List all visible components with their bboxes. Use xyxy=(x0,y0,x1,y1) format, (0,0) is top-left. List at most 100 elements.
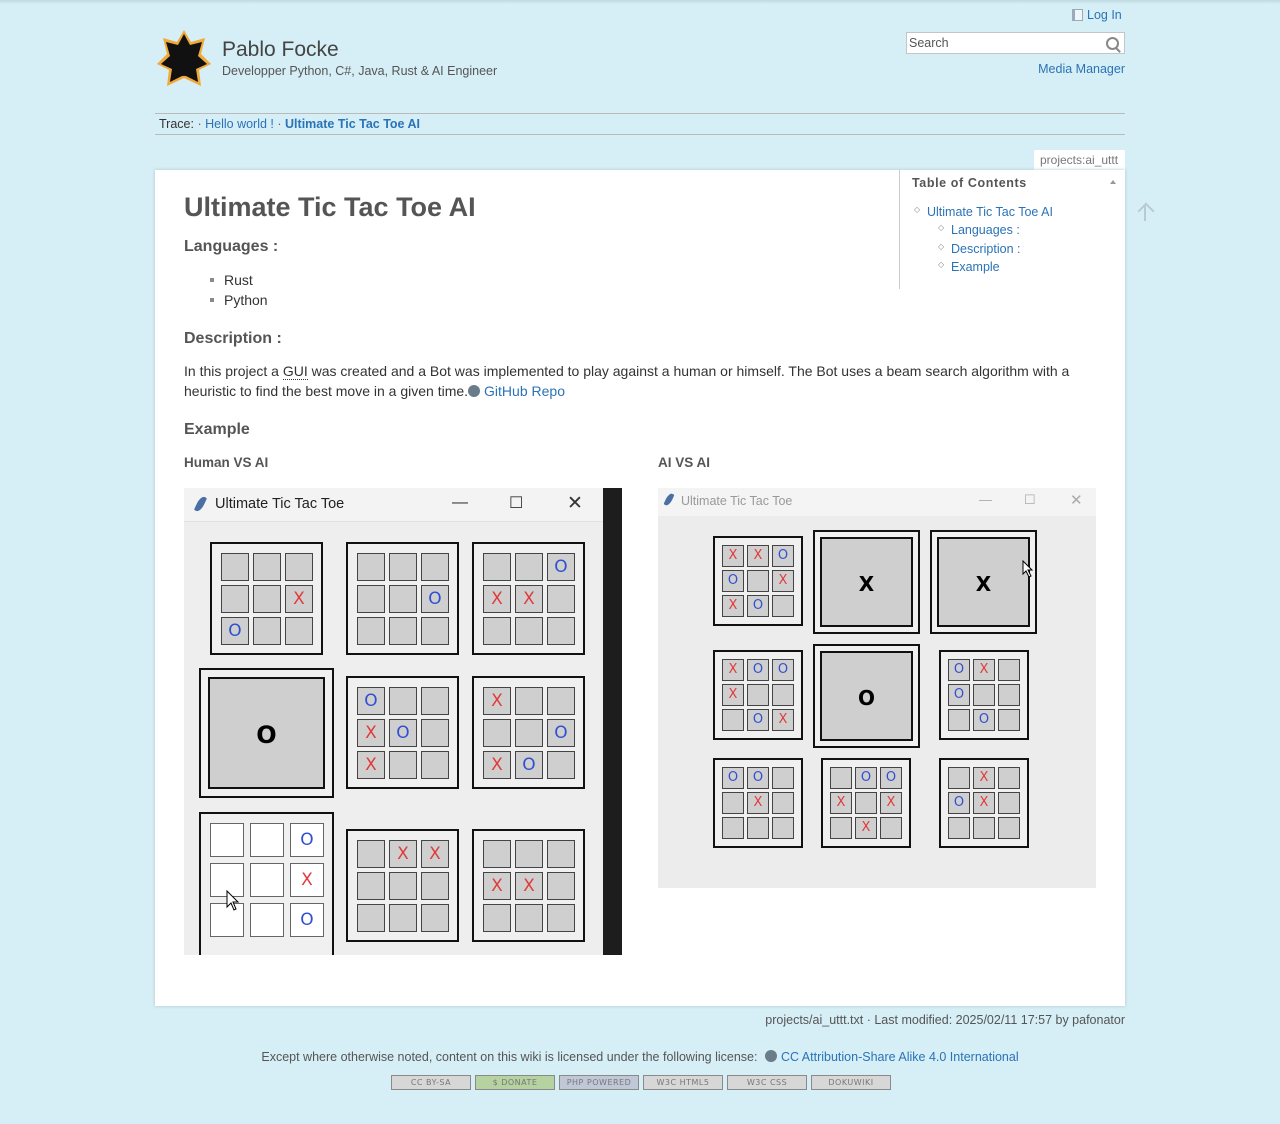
board-cell[interactable] xyxy=(389,617,417,645)
board-cell[interactable]: X xyxy=(722,545,744,567)
board-cell[interactable] xyxy=(389,585,417,613)
board-cell[interactable]: X xyxy=(772,709,794,731)
toc-item[interactable]: Example xyxy=(938,260,1020,279)
board-cell[interactable]: O xyxy=(772,545,794,567)
board-cell[interactable]: O xyxy=(747,767,769,789)
board-cell[interactable] xyxy=(389,751,417,779)
toc-link-languages[interactable]: Languages : xyxy=(951,223,1020,237)
board-cell[interactable]: X xyxy=(515,872,543,900)
board-cell[interactable] xyxy=(285,617,313,645)
board-cell[interactable]: X xyxy=(855,817,877,839)
board-cell[interactable]: O xyxy=(221,617,249,645)
board-cell[interactable] xyxy=(772,767,794,789)
github-repo-link[interactable]: GitHub Repo xyxy=(484,383,565,399)
board-cell[interactable] xyxy=(547,617,575,645)
board-cell[interactable] xyxy=(722,709,744,731)
board-cell[interactable] xyxy=(483,904,511,932)
board-cell[interactable]: O xyxy=(389,719,417,747)
board-cell[interactable]: X xyxy=(483,872,511,900)
board-cell[interactable]: X xyxy=(722,684,744,706)
board-cell[interactable]: X xyxy=(772,570,794,592)
breadcrumb-link-home[interactable]: Hello world ! xyxy=(205,117,274,131)
board-cell[interactable]: O xyxy=(747,659,769,681)
board-cell[interactable]: O xyxy=(973,709,995,731)
board-cell[interactable] xyxy=(357,617,385,645)
board-cell[interactable] xyxy=(830,817,852,839)
board-cell[interactable] xyxy=(547,687,575,715)
media-manager-link[interactable]: Media Manager xyxy=(1038,62,1125,76)
board-cell[interactable]: X xyxy=(483,687,511,715)
board-cell[interactable]: X xyxy=(722,595,744,617)
board-cell[interactable]: O xyxy=(948,792,970,814)
board-cell[interactable]: X xyxy=(483,751,511,779)
board-cell[interactable]: X xyxy=(830,792,852,814)
board-cell[interactable]: O xyxy=(948,659,970,681)
board-cell[interactable] xyxy=(421,719,449,747)
board-cell[interactable]: X xyxy=(357,719,385,747)
board-cell[interactable] xyxy=(421,687,449,715)
board-cell[interactable] xyxy=(547,840,575,868)
breadcrumb-link-current[interactable]: Ultimate Tic Tac Toe AI xyxy=(285,117,420,131)
board-cell[interactable]: O xyxy=(880,767,902,789)
board-cell[interactable] xyxy=(221,585,249,613)
board-cell[interactable] xyxy=(515,687,543,715)
board-cell[interactable] xyxy=(998,684,1020,706)
board-cell[interactable]: O xyxy=(290,823,324,857)
toc-title[interactable]: Table of Contents xyxy=(912,176,1027,190)
cc-badge[interactable]: CC BY-SA xyxy=(391,1075,471,1090)
board-cell[interactable] xyxy=(389,687,417,715)
board-cell[interactable] xyxy=(250,903,284,937)
board-cell[interactable] xyxy=(998,792,1020,814)
board-cell[interactable] xyxy=(421,904,449,932)
board-cell[interactable] xyxy=(515,719,543,747)
board-cell[interactable]: X xyxy=(973,767,995,789)
board-cell[interactable]: O xyxy=(547,553,575,581)
board-cell[interactable]: O xyxy=(547,719,575,747)
board-cell[interactable] xyxy=(515,553,543,581)
back-to-top-icon[interactable] xyxy=(1136,201,1154,223)
board-cell[interactable] xyxy=(421,751,449,779)
board-cell[interactable]: O xyxy=(948,684,970,706)
board-cell[interactable] xyxy=(357,840,385,868)
dokuwiki-badge[interactable]: DOKUWIKI xyxy=(811,1075,891,1090)
board-cell[interactable] xyxy=(772,595,794,617)
board-cell[interactable] xyxy=(483,617,511,645)
board-cell[interactable] xyxy=(483,719,511,747)
board-cell[interactable] xyxy=(998,767,1020,789)
board-cell[interactable] xyxy=(998,817,1020,839)
toc-item[interactable]: Description : xyxy=(938,242,1020,261)
board-cell[interactable] xyxy=(830,767,852,789)
board-cell[interactable] xyxy=(357,904,385,932)
board-cell[interactable] xyxy=(772,792,794,814)
board-cell[interactable] xyxy=(515,617,543,645)
board-cell[interactable]: X xyxy=(973,659,995,681)
board-cell[interactable] xyxy=(747,570,769,592)
login-link[interactable]: Log In xyxy=(1072,8,1122,22)
board-cell[interactable] xyxy=(547,585,575,613)
board-cell[interactable] xyxy=(973,684,995,706)
board-cell[interactable] xyxy=(722,817,744,839)
board-cell[interactable] xyxy=(722,792,744,814)
board-cell[interactable] xyxy=(250,863,284,897)
board-cell[interactable]: O xyxy=(747,709,769,731)
license-link[interactable]: CC Attribution-Share Alike 4.0 Internati… xyxy=(781,1050,1019,1064)
board-cell[interactable] xyxy=(253,617,281,645)
css-badge[interactable]: W3C CSS xyxy=(727,1075,807,1090)
board-cell[interactable] xyxy=(772,684,794,706)
board-cell[interactable] xyxy=(880,817,902,839)
board-cell[interactable]: O xyxy=(855,767,877,789)
board-cell[interactable]: O xyxy=(772,659,794,681)
board-cell[interactable] xyxy=(421,872,449,900)
board-cell[interactable]: X xyxy=(357,751,385,779)
board-cell[interactable] xyxy=(253,585,281,613)
board-cell[interactable] xyxy=(483,553,511,581)
board-cell[interactable]: X xyxy=(973,792,995,814)
board-cell[interactable]: X xyxy=(747,792,769,814)
toc-link-description[interactable]: Description : xyxy=(951,242,1020,256)
board-cell[interactable]: O xyxy=(290,903,324,937)
board-cell[interactable]: X xyxy=(880,792,902,814)
board-cell[interactable] xyxy=(547,904,575,932)
board-cell[interactable]: X xyxy=(421,840,449,868)
toc-toggle-icon[interactable] xyxy=(1110,180,1116,184)
board-cell[interactable] xyxy=(421,617,449,645)
